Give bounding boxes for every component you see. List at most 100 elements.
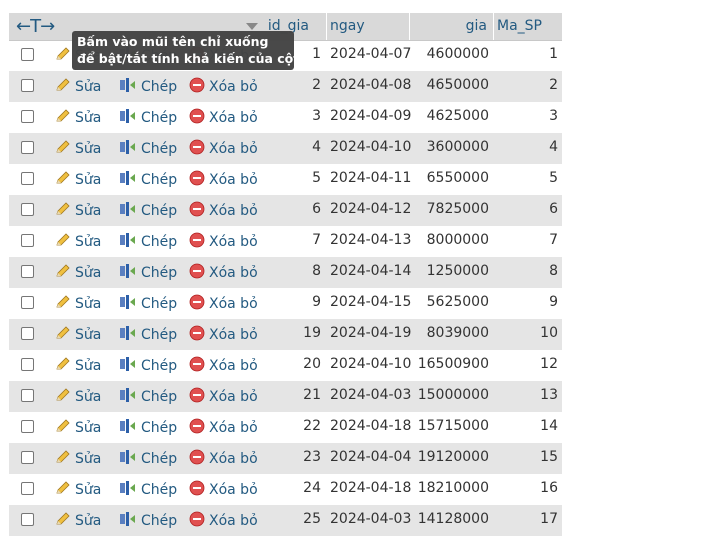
cell-id-gia: 5 [312,170,321,186]
edit-label: Sửa [75,513,102,529]
cell-id-gia: 22 [303,418,321,434]
row-checkbox[interactable] [21,420,34,433]
row-checkbox[interactable] [21,389,34,402]
column-header-ma-sp[interactable]: Ma_SP [497,18,542,34]
row-checkbox[interactable] [21,482,34,495]
table-row: Sửa Chép Xóa bỏ 8 2024-04-14 1250000 8 [9,257,562,288]
delete-button[interactable]: Xóa bỏ [189,77,258,97]
column-header-ngay[interactable]: ngay [330,18,365,34]
cell-id-gia: 9 [312,294,321,310]
copy-button[interactable]: Chép [119,263,177,283]
row-checkbox[interactable] [21,265,34,278]
delete-button[interactable]: Xóa bỏ [189,418,258,438]
copy-icon [119,480,137,500]
copy-label: Chép [141,234,178,250]
row-checkbox[interactable] [21,110,34,123]
cell-ngay: 2024-04-04 [330,449,412,465]
row-checkbox[interactable] [21,79,34,92]
row-checkbox[interactable] [21,451,34,464]
delete-button[interactable]: Xóa bỏ [189,325,258,345]
copy-button[interactable]: Chép [119,108,177,128]
copy-label: Chép [141,482,178,498]
delete-button[interactable]: Xóa bỏ [189,511,258,531]
pencil-icon [55,418,71,438]
delete-button[interactable]: Xóa bỏ [189,263,258,283]
delete-icon [189,511,205,531]
delete-icon [189,480,205,500]
cell-id-gia: 6 [312,201,321,217]
row-checkbox[interactable] [21,172,34,185]
copy-button[interactable]: Chép [119,232,177,252]
cell-ngay: 2024-04-03 [330,511,412,527]
edit-button[interactable]: Sửa [55,325,101,345]
delete-button[interactable]: Xóa bỏ [189,387,258,407]
delete-button[interactable]: Xóa bỏ [189,480,258,500]
pencil-icon [55,387,71,407]
delete-button[interactable]: Xóa bỏ [189,232,258,252]
edit-button[interactable]: Sửa [55,480,101,500]
edit-button[interactable]: Sửa [55,387,101,407]
edit-button[interactable]: Sửa [55,263,101,283]
copy-button[interactable]: Chép [119,325,177,345]
delete-icon [189,294,205,314]
pencil-icon [55,77,71,97]
row-checkbox[interactable] [21,48,34,61]
delete-icon [189,387,205,407]
edit-button[interactable]: Sửa [55,201,101,221]
delete-button[interactable]: Xóa bỏ [189,139,258,159]
cell-id-gia: 8 [312,263,321,279]
pencil-icon [55,170,71,190]
column-visibility-dropdown-icon[interactable] [246,23,258,30]
copy-icon [119,511,137,531]
row-checkbox[interactable] [21,358,34,371]
edit-button[interactable]: Sửa [55,77,101,97]
copy-button[interactable]: Chép [119,418,177,438]
copy-button[interactable]: Chép [119,77,177,97]
pencil-icon [55,263,71,283]
copy-button[interactable]: Chép [119,139,177,159]
delete-icon [189,263,205,283]
delete-button[interactable]: Xóa bỏ [189,294,258,314]
delete-button[interactable]: Xóa bỏ [189,356,258,376]
edit-button[interactable]: Sửa [55,139,101,159]
copy-button[interactable]: Chép [119,201,177,221]
edit-button[interactable]: Sửa [55,449,101,469]
copy-button[interactable]: Chép [119,170,177,190]
delete-label: Xóa bỏ [209,265,258,281]
edit-label: Sửa [75,79,102,95]
delete-button[interactable]: Xóa bỏ [189,201,258,221]
delete-label: Xóa bỏ [209,79,258,95]
copy-button[interactable]: Chép [119,511,177,531]
edit-button[interactable]: Sửa [55,511,101,531]
cell-ma-sp: 15 [540,449,558,465]
copy-button[interactable]: Chép [119,387,177,407]
cell-id-gia: 25 [303,511,321,527]
edit-button[interactable]: Sửa [55,294,101,314]
delete-button[interactable]: Xóa bỏ [189,170,258,190]
copy-button[interactable]: Chép [119,294,177,314]
row-checkbox[interactable] [21,203,34,216]
delete-button[interactable]: Xóa bỏ [189,108,258,128]
cell-ngay: 2024-04-07 [330,46,412,62]
delete-button[interactable]: Xóa bỏ [189,449,258,469]
edit-button[interactable]: Sửa [55,356,101,376]
copy-button[interactable]: Chép [119,480,177,500]
delete-label: Xóa bỏ [209,451,258,467]
edit-button[interactable]: Sửa [55,418,101,438]
copy-icon [119,170,137,190]
row-checkbox[interactable] [21,141,34,154]
table-row: Sửa Chép Xóa bỏ 3 2024-04-09 4625000 3 [9,102,562,133]
copy-button[interactable]: Chép [119,356,177,376]
row-checkbox[interactable] [21,327,34,340]
row-checkbox[interactable] [21,513,34,526]
column-header-gia[interactable]: gia [409,18,487,34]
cell-ngay: 2024-04-15 [330,294,412,310]
column-toggle-arrows-icon[interactable]: ←T→ [16,16,55,37]
copy-button[interactable]: Chép [119,449,177,469]
row-checkbox[interactable] [21,234,34,247]
edit-button[interactable]: Sửa [55,232,101,252]
row-checkbox[interactable] [21,296,34,309]
delete-label: Xóa bỏ [209,110,258,126]
edit-button[interactable]: Sửa [55,108,101,128]
edit-button[interactable]: Sửa [55,170,101,190]
